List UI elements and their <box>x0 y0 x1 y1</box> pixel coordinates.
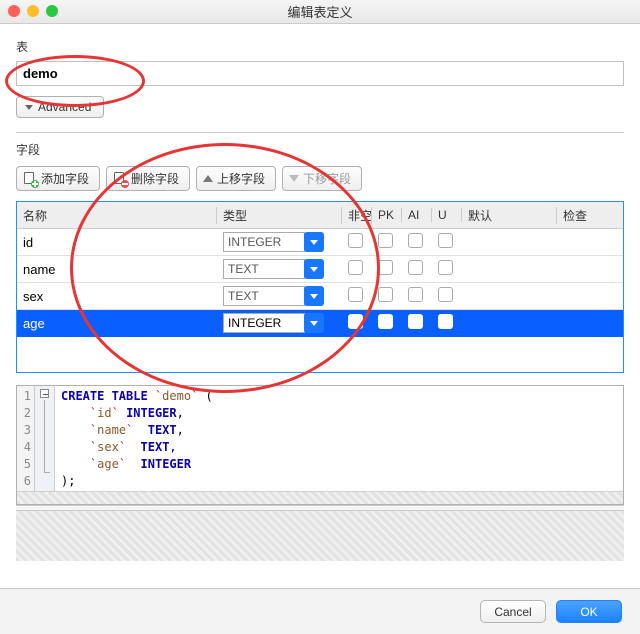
window-controls <box>8 5 58 17</box>
fields-header: 名称 类型 非空 PK AI U 默认 检查 <box>17 202 623 229</box>
section-label-table: 表 <box>16 38 624 55</box>
dropdown-icon[interactable] <box>304 259 324 279</box>
type-input[interactable] <box>223 259 305 279</box>
table-row[interactable]: sex <box>17 283 623 310</box>
type-input[interactable] <box>223 313 305 333</box>
cancel-button[interactable]: Cancel <box>480 600 546 623</box>
titlebar: 编辑表定义 <box>0 0 640 24</box>
divider <box>16 132 624 133</box>
advanced-label: Advanced <box>38 100 91 114</box>
checkbox-pk[interactable] <box>378 233 393 248</box>
remove-field-button[interactable]: 删除字段 <box>106 166 190 191</box>
zoom-icon[interactable] <box>46 5 58 17</box>
table-row[interactable]: age <box>17 310 623 337</box>
dropdown-icon[interactable] <box>304 313 324 333</box>
cell-type[interactable] <box>217 286 342 306</box>
col-default[interactable]: 默认 <box>462 207 557 224</box>
cell-name[interactable]: age <box>17 316 217 331</box>
sql-editor[interactable]: 123456 CREATE TABLE `demo` ( `id` INTEGE… <box>16 385 624 505</box>
col-ai[interactable]: AI <box>402 208 432 222</box>
checkbox-ai[interactable] <box>408 260 423 275</box>
checkbox-not_null[interactable] <box>348 260 363 275</box>
add-field-icon <box>23 172 37 186</box>
move-up-button[interactable]: 上移字段 <box>196 166 276 191</box>
fields-table[interactable]: 名称 类型 非空 PK AI U 默认 检查 id name sex age <box>16 201 624 373</box>
advanced-toggle[interactable]: Advanced <box>16 96 104 118</box>
checkbox-pk[interactable] <box>378 260 393 275</box>
ok-button[interactable]: OK <box>556 600 622 623</box>
checkbox-not_null[interactable] <box>348 314 363 329</box>
cell-name[interactable]: id <box>17 235 217 250</box>
col-check[interactable]: 检查 <box>557 207 623 224</box>
checkbox-u[interactable] <box>438 233 453 248</box>
checkbox-ai[interactable] <box>408 233 423 248</box>
window-title: 编辑表定义 <box>287 2 352 21</box>
col-u[interactable]: U <box>432 208 462 222</box>
triangle-down-icon <box>289 175 299 182</box>
checkbox-pk[interactable] <box>378 314 393 329</box>
fields-toolbar: 添加字段 删除字段 上移字段 下移字段 <box>16 166 624 191</box>
checkbox-u[interactable] <box>438 287 453 302</box>
editor-hatch <box>17 491 623 504</box>
col-type[interactable]: 类型 <box>217 207 342 224</box>
type-input[interactable] <box>223 232 305 252</box>
cell-type[interactable] <box>217 259 342 279</box>
sql-code[interactable]: CREATE TABLE `demo` ( `id` INTEGER, `nam… <box>55 386 623 504</box>
checkbox-ai[interactable] <box>408 314 423 329</box>
fold-gutter <box>35 386 55 504</box>
checkbox-not_null[interactable] <box>348 233 363 248</box>
type-input[interactable] <box>223 286 305 306</box>
move-down-button: 下移字段 <box>282 166 362 191</box>
cell-name[interactable]: name <box>17 262 217 277</box>
dialog-footer: Cancel OK <box>0 588 640 634</box>
col-notnull[interactable]: 非空 <box>342 207 372 224</box>
dropdown-icon[interactable] <box>304 286 324 306</box>
checkbox-ai[interactable] <box>408 287 423 302</box>
cell-type[interactable] <box>217 313 342 333</box>
close-icon[interactable] <box>8 5 20 17</box>
checkbox-not_null[interactable] <box>348 287 363 302</box>
dropdown-icon[interactable] <box>304 232 324 252</box>
triangle-up-icon <box>203 175 213 182</box>
chevron-down-icon <box>25 105 33 110</box>
table-name-input[interactable] <box>16 61 624 86</box>
section-label-fields: 字段 <box>16 141 624 158</box>
checkbox-u[interactable] <box>438 260 453 275</box>
checkbox-u[interactable] <box>438 314 453 329</box>
minimize-icon[interactable] <box>27 5 39 17</box>
fold-toggle-icon[interactable] <box>40 389 49 398</box>
table-row[interactable]: id <box>17 229 623 256</box>
bottom-hatch <box>16 511 624 561</box>
fields-padding <box>17 337 623 372</box>
col-pk[interactable]: PK <box>372 208 402 222</box>
checkbox-pk[interactable] <box>378 287 393 302</box>
add-field-button[interactable]: 添加字段 <box>16 166 100 191</box>
remove-field-icon <box>113 172 127 186</box>
col-name[interactable]: 名称 <box>17 207 217 224</box>
cell-name[interactable]: sex <box>17 289 217 304</box>
table-row[interactable]: name <box>17 256 623 283</box>
line-number-gutter: 123456 <box>17 386 35 504</box>
cell-type[interactable] <box>217 232 342 252</box>
